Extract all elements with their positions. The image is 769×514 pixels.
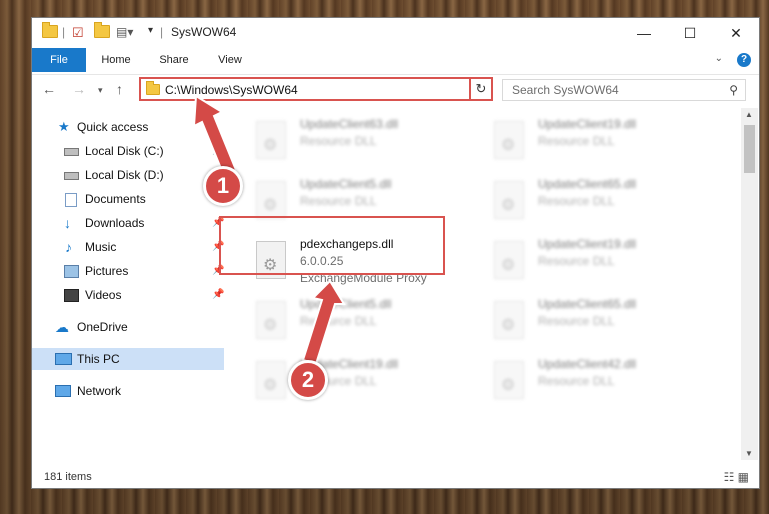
pictures-icon: [64, 265, 79, 278]
file-item[interactable]: UpdateClient19.dll Resource DLL: [494, 116, 714, 170]
download-icon: ↓: [64, 215, 71, 231]
tab-view[interactable]: View: [210, 48, 250, 72]
properties-icon[interactable]: ☑: [72, 25, 84, 41]
file-item[interactable]: UpdateClient65.dll Resource DLL: [494, 176, 714, 230]
recent-locations-icon[interactable]: ▾: [98, 85, 103, 96]
customize-toolbar-icon[interactable]: ▾: [148, 25, 153, 41]
file-item[interactable]: UpdateClient63.dll Resource DLL: [256, 116, 476, 170]
navigation-pane: ★ Quick access Local Disk (C:) 📌 Local D…: [32, 108, 224, 468]
ribbon-tabs: File Home Share View: [32, 48, 759, 72]
file-item[interactable]: UpdateClient5.dll Resource DLL: [256, 296, 476, 350]
forward-icon[interactable]: →: [72, 81, 86, 97]
file-item[interactable]: UpdateClient19.dll Resource DLL: [494, 236, 714, 290]
view-mode-icons[interactable]: ☷ ▦: [724, 470, 749, 484]
sidebar-item-network[interactable]: Network: [32, 380, 224, 402]
dll-file-icon: [494, 121, 524, 159]
file-item[interactable]: UpdateClient42.dll Resource DLL: [494, 356, 714, 410]
pin-icon[interactable]: 📌: [212, 140, 224, 162]
search-input[interactable]: Search SysWOW64 ⚲: [502, 79, 746, 101]
step-1-badge: 1: [203, 166, 243, 206]
tab-home[interactable]: Home: [94, 48, 138, 72]
drive-icon: [64, 172, 79, 180]
sidebar-item-videos[interactable]: Videos 📌: [32, 284, 224, 306]
sidebar-item-music[interactable]: ♪ Music 📌: [32, 236, 224, 258]
vertical-scrollbar[interactable]: ▲ ▼: [741, 108, 758, 460]
folder-icon: [146, 81, 160, 98]
pin-icon[interactable]: 📌: [212, 284, 224, 306]
sidebar-item-local-disk-c[interactable]: Local Disk (C:) 📌: [32, 140, 224, 162]
search-icon[interactable]: ⚲: [729, 83, 738, 97]
status-item-count: 181 items: [44, 471, 92, 483]
address-bar[interactable]: C:\Windows\SysWOW64 ⌄: [139, 77, 493, 101]
maximize-button[interactable]: ☐: [667, 18, 713, 48]
separator: |: [160, 25, 164, 39]
file-item[interactable]: UpdateClient65.dll Resource DLL: [494, 296, 714, 350]
navigation-bar: ← → ▾ ↑ C:\Windows\SysWOW64 ⌄ ↻ Search S…: [32, 74, 759, 105]
network-icon: [55, 385, 71, 397]
sidebar-item-pictures[interactable]: Pictures 📌: [32, 260, 224, 282]
dll-file-icon: [494, 301, 524, 339]
computer-icon: [55, 353, 72, 365]
search-placeholder: Search SysWOW64: [512, 83, 619, 97]
scroll-down-icon[interactable]: ▼: [745, 449, 753, 458]
file-list: UpdateClient63.dll Resource DLL UpdateCl…: [226, 108, 740, 460]
refresh-icon: ↻: [475, 81, 487, 96]
up-icon[interactable]: ↑: [116, 81, 123, 97]
dll-file-icon: [494, 241, 524, 279]
sidebar-item-documents[interactable]: Documents 📌: [32, 188, 224, 210]
step-2-badge: 2: [288, 360, 328, 400]
star-icon: ★: [58, 119, 70, 134]
dll-file-icon: [256, 361, 286, 399]
tab-file[interactable]: File: [32, 48, 86, 72]
sidebar-item-local-disk-d[interactable]: Local Disk (D:): [32, 164, 224, 186]
videos-icon: [64, 289, 79, 302]
dll-file-icon: [494, 361, 524, 399]
tab-share[interactable]: Share: [152, 48, 196, 72]
file-highlight-box: [219, 216, 445, 275]
separator: |: [62, 25, 66, 39]
scrollbar-thumb[interactable]: [744, 125, 755, 173]
dll-file-icon: [256, 301, 286, 339]
window-title: SysWOW64: [171, 25, 237, 39]
close-button[interactable]: ✕: [713, 18, 759, 48]
cloud-icon: ☁: [55, 319, 69, 335]
sidebar-item-this-pc[interactable]: This PC: [32, 348, 224, 370]
new-folder-icon[interactable]: [94, 22, 110, 41]
title-bar: | ☑ ▤▾ ▾ | SysWOW64 — ☐ ✕: [32, 18, 759, 48]
drive-icon: [64, 148, 79, 156]
scroll-up-icon[interactable]: ▲: [745, 110, 753, 119]
folder-icon: [42, 22, 58, 41]
rename-icon[interactable]: ▤▾: [116, 25, 133, 41]
sidebar-item-onedrive[interactable]: ☁ OneDrive: [32, 316, 224, 338]
expand-ribbon-icon[interactable]: ⌄: [715, 53, 723, 64]
dll-file-icon: [256, 121, 286, 159]
sidebar-item-downloads[interactable]: ↓ Downloads 📌: [32, 212, 224, 234]
back-icon[interactable]: ←: [42, 81, 56, 97]
address-path[interactable]: C:\Windows\SysWOW64: [165, 83, 298, 97]
refresh-button[interactable]: ↻: [469, 77, 493, 101]
minimize-button[interactable]: —: [621, 18, 667, 48]
documents-icon: [65, 193, 77, 207]
dll-file-icon: [256, 181, 286, 219]
dll-file-icon: [494, 181, 524, 219]
music-icon: ♪: [65, 239, 72, 255]
help-icon[interactable]: ?: [737, 53, 751, 67]
sidebar-item-quick-access[interactable]: ★ Quick access: [32, 116, 224, 138]
